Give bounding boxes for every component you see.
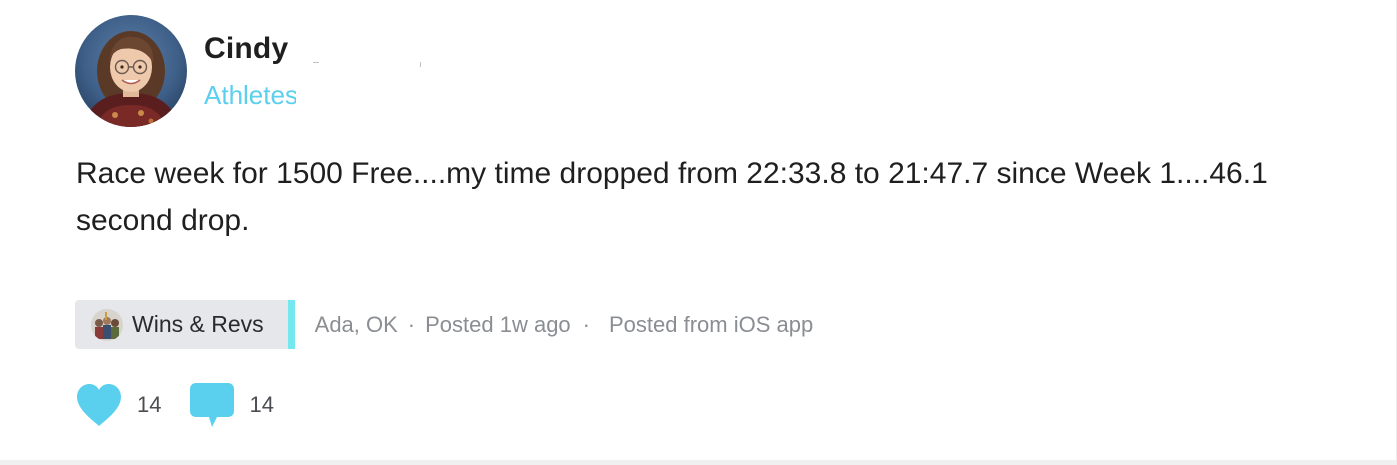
heart-icon: [77, 384, 121, 426]
post-actions: 14 14: [75, 382, 274, 428]
like-count: 14: [137, 392, 162, 417]
speech-bubble-icon: [190, 383, 235, 427]
post-source: Posted from iOS app: [609, 311, 814, 337]
post-meta: Wins & Revs Ada, OK · Posted 1w ago · Po…: [75, 300, 813, 349]
author-role: Athletes: [204, 80, 296, 110]
comment-count: 14: [249, 392, 274, 417]
activity-post: Cindy Athletes Race week for 1500 Free..…: [0, 0, 1397, 465]
meta-separator: ·: [407, 311, 416, 337]
comment-button[interactable]: 14: [189, 382, 274, 428]
redaction-mark: [313, 62, 319, 63]
author-avatar[interactable]: [75, 15, 187, 127]
category-badge-icon: [91, 308, 123, 341]
avatar-image: [75, 15, 187, 127]
post-location: Ada, OK: [314, 311, 398, 337]
redaction-mark: [420, 62, 421, 67]
category-label: Wins & Revs: [132, 311, 264, 337]
category-tag[interactable]: Wins & Revs: [75, 300, 295, 349]
post-timestamp[interactable]: Posted 1w ago: [425, 312, 571, 338]
author-name[interactable]: Cindy: [204, 32, 288, 66]
post-body: Race week for 1500 Free....my time dropp…: [76, 157, 1268, 237]
post-divider: [0, 460, 1396, 465]
like-button[interactable]: 14: [75, 383, 161, 427]
meta-separator: ·: [582, 311, 590, 337]
